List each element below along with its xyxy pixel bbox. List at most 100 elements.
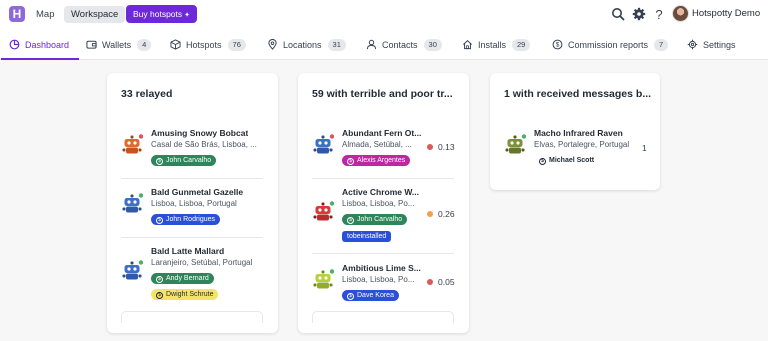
dollar-icon: $ xyxy=(156,292,163,299)
tab-count: 29 xyxy=(512,38,531,51)
poor-transmit-card: 59 with terrible and poor tr... Abundant… xyxy=(298,73,469,333)
help-icon[interactable]: ? xyxy=(652,7,666,21)
tab-count: 7 xyxy=(654,38,669,51)
dollar-icon: $ xyxy=(347,293,354,300)
app-logo[interactable]: H xyxy=(9,6,25,22)
tab-count: 31 xyxy=(327,38,346,51)
tab-label: Locations xyxy=(283,39,322,50)
divider xyxy=(312,178,454,179)
status-dot xyxy=(427,279,433,285)
hotspot-name: Amusing Snowy Bobcat xyxy=(151,128,249,138)
hotspot-location: Almada, Setúbal, ... xyxy=(342,140,412,149)
hotspot-name: Abundant Fern Ot... xyxy=(342,128,422,138)
owner-tag: $ Dave Korea xyxy=(342,290,399,301)
wallet-icon xyxy=(86,40,97,49)
divider xyxy=(121,237,263,238)
tab-locations[interactable]: Locations 31 xyxy=(267,29,346,60)
owner-tag: $ Alexis Argentes xyxy=(342,155,411,166)
owner-tag: $ John Carvalho xyxy=(342,214,408,225)
user-name[interactable]: Hotspotty Demo xyxy=(692,8,760,19)
dollar-icon: $ xyxy=(156,217,163,224)
tab-installs[interactable]: Installs 29 xyxy=(462,29,531,60)
home-icon xyxy=(463,39,472,50)
hotspot-name: Bald Gunmetal Gazelle xyxy=(151,187,244,197)
hotspot-name: Ambitious Lime S... xyxy=(342,263,421,273)
buy-hotspots-label: Buy hotspots xyxy=(133,9,183,19)
owner-tag: $ Michael Scott xyxy=(534,155,599,166)
tab-count: 76 xyxy=(227,38,246,51)
robot-avatar-icon xyxy=(122,134,143,154)
hotspot-location: Elvas, Portalegre, Portugal xyxy=(534,140,630,149)
relayed-card: 33 relayed Amusing Snowy Bobcat Casal de… xyxy=(107,73,278,333)
robot-avatar-icon xyxy=(313,201,334,221)
dollar-icon: $ xyxy=(347,158,354,165)
tab-label: Contacts xyxy=(382,39,418,50)
tab-count: 30 xyxy=(423,38,442,51)
message-count: 1 xyxy=(642,143,647,153)
tab-hotspots[interactable]: Hotspots 76 xyxy=(170,29,246,60)
tab-settings[interactable]: Settings xyxy=(687,29,736,60)
svg-text:$: $ xyxy=(556,42,560,49)
hotspot-location: Lisboa, Lisboa, Po... xyxy=(342,199,415,208)
transmit-score: 0.13 xyxy=(427,142,455,152)
hotspot-location: Lisboa, Lisboa, Po... xyxy=(342,275,415,284)
hotspot-location: Casal de São Brás, Lisboa, ... xyxy=(151,140,257,149)
tab-dashboard[interactable]: Dashboard xyxy=(0,29,80,60)
hotspot-name: Macho Infrared Raven xyxy=(534,128,623,138)
tab-label: Hotspots xyxy=(186,39,222,50)
owner-tag: $ Andy Bernard xyxy=(151,273,214,284)
tab-label: Installs xyxy=(478,39,507,50)
status-dot xyxy=(427,211,433,217)
tab-contacts[interactable]: Contacts 30 xyxy=(366,29,442,60)
owner-tag: $ Dwight Schrute xyxy=(151,289,219,300)
tab-label: Wallets xyxy=(102,39,132,50)
dollar-circle-icon: $ xyxy=(552,39,563,50)
list-item[interactable]: Bald Latte Mallard Laranjeiro, Setúbal, … xyxy=(121,246,263,306)
dollar-icon: $ xyxy=(156,276,163,283)
sparkle-icon: ✦ xyxy=(184,12,191,19)
cube-icon xyxy=(170,39,181,50)
nav-workspace-link[interactable]: Workspace xyxy=(64,6,126,23)
divider xyxy=(121,178,263,179)
dashboard-icon xyxy=(9,39,20,50)
robot-avatar-icon xyxy=(313,269,334,289)
transmit-score: 0.05 xyxy=(427,277,455,287)
list-item[interactable]: Macho Infrared Raven Elvas, Portalegre, … xyxy=(504,128,646,172)
tab-bar: Dashboard Wallets 4 Hotspots 76 Location… xyxy=(0,29,768,60)
gear-icon[interactable] xyxy=(632,7,646,21)
dollar-icon: $ xyxy=(347,217,354,224)
card-title: 59 with terrible and poor tr... xyxy=(312,88,453,100)
user-icon xyxy=(366,39,377,50)
next-item-placeholder xyxy=(312,311,454,323)
svg-text:?: ? xyxy=(655,7,662,21)
card-title: 33 relayed xyxy=(121,88,173,100)
transmit-score: 0.26 xyxy=(427,209,455,219)
location-pin-icon xyxy=(268,39,277,50)
owner-tag: $ John Carvalho xyxy=(151,155,217,166)
list-item[interactable]: Bald Gunmetal Gazelle Lisboa, Lisboa, Po… xyxy=(121,187,263,231)
divider xyxy=(312,253,454,254)
tab-label: Commission reports xyxy=(568,39,649,50)
top-bar: H Map Workspace Buy hotspots ✦ ? Hotspott… xyxy=(0,0,768,29)
nav-map-link[interactable]: Map xyxy=(34,7,56,22)
robot-avatar-icon xyxy=(505,134,526,154)
dollar-icon: $ xyxy=(156,158,163,165)
search-icon[interactable] xyxy=(611,7,625,21)
robot-avatar-icon xyxy=(122,193,143,213)
buy-hotspots-button[interactable]: Buy hotspots ✦ xyxy=(126,5,198,23)
status-dot xyxy=(427,144,433,150)
robot-avatar-icon xyxy=(122,260,143,280)
status-tag: tobeinstalled xyxy=(342,231,392,242)
list-item[interactable]: Amusing Snowy Bobcat Casal de São Brás, … xyxy=(121,128,263,172)
gear-icon xyxy=(687,39,698,50)
tab-wallets[interactable]: Wallets 4 xyxy=(86,29,152,60)
card-title: 1 with received messages b... xyxy=(504,88,652,100)
hotspot-name: Bald Latte Mallard xyxy=(151,246,225,256)
received-messages-card: 1 with received messages b... Macho Infr… xyxy=(490,73,660,190)
tab-label: Dashboard xyxy=(25,39,70,50)
tab-commission-reports[interactable]: $ Commission reports 7 xyxy=(552,29,669,60)
robot-avatar-icon xyxy=(313,134,334,154)
avatar[interactable] xyxy=(672,5,689,22)
owner-tag: $ John Rodrigues xyxy=(151,214,221,225)
hotspot-name: Active Chrome W... xyxy=(342,187,419,197)
